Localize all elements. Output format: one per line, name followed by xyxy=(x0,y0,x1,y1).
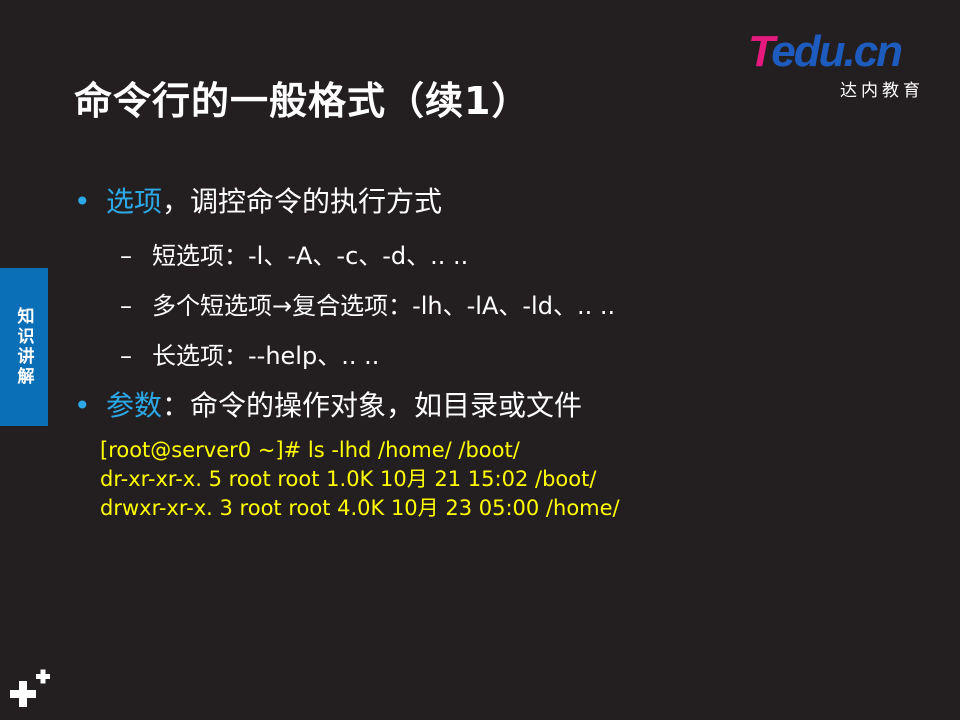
tedu-logo: Tedu.cn 达内教育 xyxy=(748,27,938,102)
sub-item-short-options: – 短选项：-l、-A、-c、-d、.. .. xyxy=(120,236,468,271)
terminal-example: [root@server0 ~]# ls -lhd /home/ /boot/ … xyxy=(100,436,620,523)
slide-title: 命令行的一般格式（续1） xyxy=(74,79,531,123)
bullet-keyword-arguments: 参数 xyxy=(106,389,163,422)
sub-item-combined-options: – 多个短选项→复合选项：-lh、-lA、-ld、.. .. xyxy=(120,286,615,321)
logo-brand-letter: T xyxy=(748,27,773,76)
code-line-command: [root@server0 ~]# ls -lhd /home/ /boot/ xyxy=(100,438,520,462)
logo-wordmark: Tedu.cn xyxy=(748,27,903,76)
logo-brand-rest: edu.cn xyxy=(771,27,903,76)
sub-item-long-options: – 长选项：--help、.. .. xyxy=(120,336,379,371)
bullet-marker: • xyxy=(74,389,91,422)
sub-item-text: 多个短选项→复合选项：-lh、-lA、-ld、.. .. xyxy=(152,292,616,320)
sub-item-text: 长选项：--help、.. .. xyxy=(152,342,380,370)
dash-marker: – xyxy=(120,292,132,320)
bullet-marker: • xyxy=(74,185,91,218)
bullet-arguments: • 参数：命令的操作对象，如目录或文件 xyxy=(74,384,582,424)
section-tab-label: 知识讲解 xyxy=(13,307,34,387)
logo-subtitle: 达内教育 xyxy=(840,81,924,101)
dash-marker: – xyxy=(120,242,132,270)
sub-item-text: 短选项：-l、-A、-c、-d、.. .. xyxy=(152,242,469,270)
bullet-options: • 选项，调控命令的执行方式 xyxy=(74,180,442,220)
bullet-text-arguments: ：命令的操作对象，如目录或文件 xyxy=(162,389,583,422)
code-line-boot: dr-xr-xr-x. 5 root root 1.0K 10月 21 15:0… xyxy=(100,467,597,491)
code-line-home: drwxr-xr-x. 3 root root 4.0K 10月 23 05:0… xyxy=(100,496,620,520)
plus-cluster-icon xyxy=(6,666,56,716)
bullet-keyword-options: 选项 xyxy=(106,185,163,218)
dash-marker: – xyxy=(120,342,132,370)
section-tab: 知识讲解 xyxy=(0,268,48,426)
bullet-text-options: ，调控命令的执行方式 xyxy=(162,185,443,218)
